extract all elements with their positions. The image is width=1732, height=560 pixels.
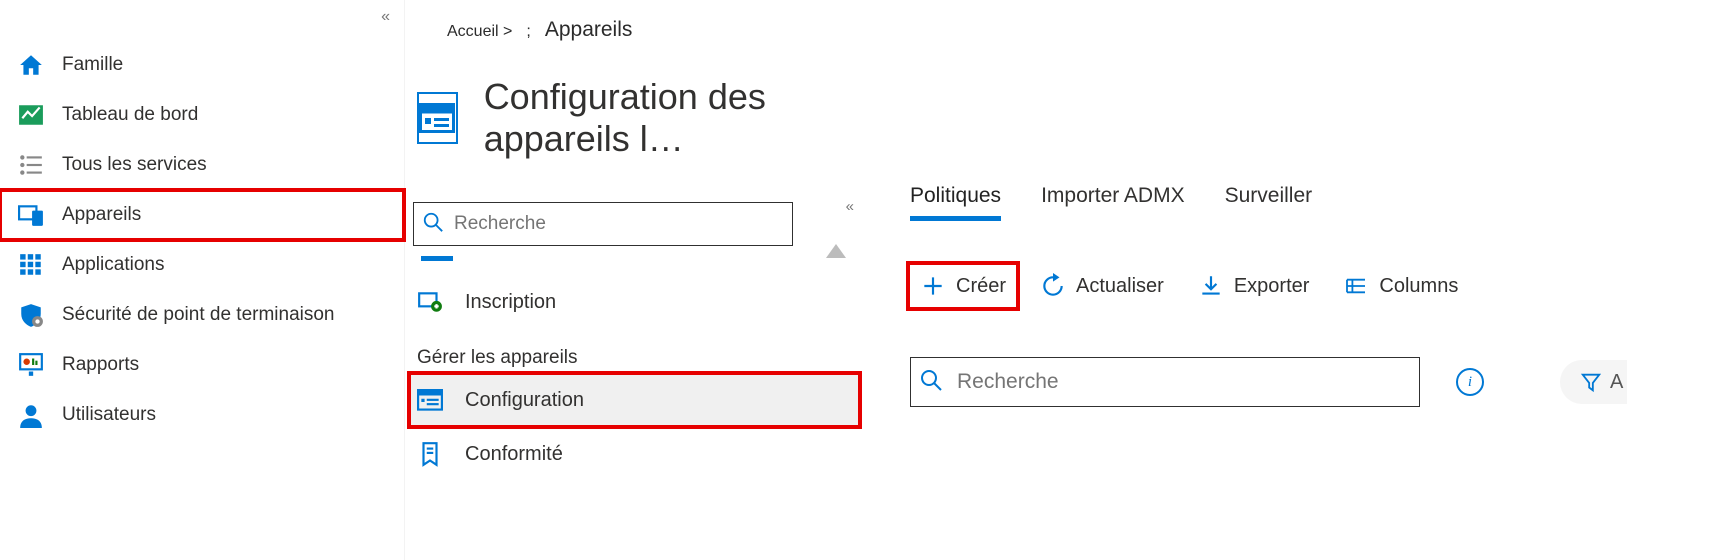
breadcrumb-home[interactable]: Accueil > bbox=[447, 23, 512, 41]
user-icon bbox=[18, 402, 44, 428]
blade-search[interactable] bbox=[413, 202, 793, 246]
columns-icon bbox=[1343, 273, 1369, 299]
blade-item-configuration[interactable]: Configuration bbox=[409, 373, 860, 427]
command-bar: Créer Actualiser Exporter Columns bbox=[910, 265, 1732, 307]
sidebar-item-label: Appareils bbox=[62, 204, 141, 226]
breadcrumb-sep: ; bbox=[526, 23, 530, 41]
compliance-icon bbox=[417, 441, 443, 467]
create-button[interactable]: Créer bbox=[910, 265, 1016, 307]
breadcrumb-current[interactable]: Appareils bbox=[545, 18, 633, 42]
blade-item-conformite[interactable]: Conformité bbox=[409, 427, 860, 481]
configuration-icon bbox=[417, 387, 443, 413]
columns-label: Columns bbox=[1379, 275, 1458, 298]
sidebar-item-services[interactable]: Tous les services bbox=[0, 140, 404, 190]
sidebar-item-applications[interactable]: Applications bbox=[0, 240, 404, 290]
breadcrumb: Accueil > ; Appareils bbox=[409, 18, 860, 42]
sidebar-item-dashboard[interactable]: Tableau de bord bbox=[0, 90, 404, 140]
filter-button[interactable]: A bbox=[1560, 360, 1627, 404]
search-icon bbox=[919, 368, 943, 396]
tab-politiques[interactable]: Politiques bbox=[910, 184, 1001, 221]
sidebar-item-label: Tableau de bord bbox=[62, 104, 198, 126]
blade-devices: Accueil > ; Appareils Configuration des … bbox=[405, 0, 860, 560]
columns-button[interactable]: Columns bbox=[1333, 265, 1468, 307]
sidebar-item-users[interactable]: Utilisateurs bbox=[0, 390, 404, 440]
content-search[interactable] bbox=[910, 357, 1420, 407]
sidebar-collapse-chevron-icon[interactable]: « bbox=[381, 8, 390, 26]
funnel-icon bbox=[1580, 371, 1602, 393]
blade-item-label: Conformité bbox=[465, 443, 563, 466]
tab-importer-admx[interactable]: Importer ADMX bbox=[1041, 184, 1185, 221]
tab-surveiller[interactable]: Surveiller bbox=[1225, 184, 1313, 221]
sidebar-item-label: Utilisateurs bbox=[62, 404, 156, 426]
blade-item-inscription[interactable]: Inscription bbox=[409, 275, 860, 329]
tab-bar: Politiques Importer ADMX Surveiller bbox=[910, 184, 1732, 221]
plus-icon bbox=[920, 273, 946, 299]
download-icon bbox=[1198, 273, 1224, 299]
shield-icon bbox=[18, 302, 44, 328]
active-indicator-bar bbox=[421, 256, 453, 261]
scroll-up-icon[interactable] bbox=[826, 244, 846, 258]
sidebar-item-label: Sécurité de point de terminaison bbox=[62, 304, 335, 326]
content-pane: Politiques Importer ADMX Surveiller Crée… bbox=[860, 0, 1732, 560]
sidebar-item-famille[interactable]: Famille bbox=[0, 40, 404, 90]
sidebar-item-label: Tous les services bbox=[62, 154, 207, 176]
blade-search-input[interactable] bbox=[454, 213, 784, 235]
page-header: Configuration des appareils l… bbox=[409, 76, 860, 160]
content-search-input[interactable] bbox=[957, 370, 1411, 394]
sidebar-item-appareils[interactable]: Appareils bbox=[0, 190, 404, 240]
apps-grid-icon bbox=[18, 252, 44, 278]
home-icon bbox=[18, 52, 44, 78]
page-title: Configuration des appareils l… bbox=[484, 76, 860, 160]
sidebar-item-label: Applications bbox=[62, 254, 164, 276]
list-icon bbox=[18, 152, 44, 178]
page-profile-icon bbox=[417, 92, 458, 144]
sidebar-item-security[interactable]: Sécurité de point de terminaison bbox=[0, 290, 404, 340]
sidebar-item-rapports[interactable]: Rapports bbox=[0, 340, 404, 390]
primary-sidebar: « Famille Tableau de bord Tous les servi… bbox=[0, 0, 405, 560]
sidebar-item-label: Famille bbox=[62, 54, 123, 76]
blade-item-label: Configuration bbox=[465, 389, 584, 412]
search-icon bbox=[422, 211, 444, 237]
info-icon[interactable]: i bbox=[1456, 368, 1484, 396]
filter-label: A bbox=[1610, 371, 1623, 394]
refresh-label: Actualiser bbox=[1076, 275, 1164, 298]
content-search-row: i A bbox=[910, 357, 1732, 407]
blade-collapse-chevron-icon[interactable]: « bbox=[846, 198, 854, 215]
devices-icon bbox=[18, 202, 44, 228]
refresh-button[interactable]: Actualiser bbox=[1030, 265, 1174, 307]
reports-icon bbox=[18, 352, 44, 378]
blade-item-label: Inscription bbox=[465, 291, 556, 314]
enrollment-icon bbox=[417, 289, 443, 315]
export-button[interactable]: Exporter bbox=[1188, 265, 1320, 307]
section-heading: Gérer les appareils bbox=[409, 329, 860, 373]
export-label: Exporter bbox=[1234, 275, 1310, 298]
create-label: Créer bbox=[956, 275, 1006, 298]
sidebar-item-label: Rapports bbox=[62, 354, 139, 376]
dashboard-icon bbox=[18, 102, 44, 128]
refresh-icon bbox=[1040, 273, 1066, 299]
